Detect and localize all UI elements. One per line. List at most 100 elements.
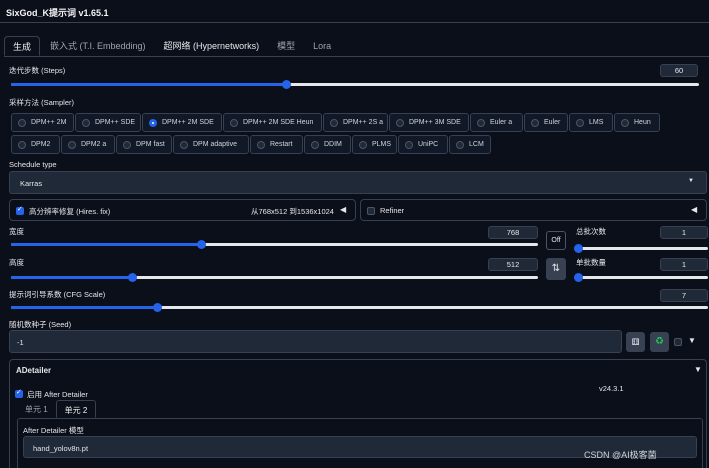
hires-fix-label: 高分辨率修复 (Hires. fix)	[29, 207, 111, 216]
sampler-option[interactable]: DPM++ 2M SDE Heun	[223, 113, 322, 132]
refiner-label: Refiner	[380, 206, 405, 215]
schedule-dropdown[interactable]: Karras ▼	[9, 171, 707, 194]
radio-icon	[396, 119, 404, 127]
tabs-divider	[4, 56, 709, 57]
collapse-down-icon[interactable]: ▼	[694, 365, 702, 374]
batch-count-slider[interactable]	[574, 244, 708, 253]
header-divider	[0, 22, 709, 23]
tab-unit-1[interactable]: 单元 1	[17, 400, 56, 418]
batch-size-input[interactable]: 1	[660, 258, 708, 271]
cfg-slider-fill	[11, 306, 158, 309]
sampler-option[interactable]: DPM++ 3M SDE	[389, 113, 469, 132]
radio-icon	[180, 141, 188, 149]
collapse-left-icon: ◀	[340, 205, 347, 214]
radio-icon	[330, 119, 338, 127]
main-tabs: 生成 嵌入式 (T.I. Embedding) 超网络 (Hypernetwor…	[4, 36, 339, 56]
tab-generate[interactable]: 生成	[4, 36, 41, 56]
refiner-checkbox[interactable]	[367, 207, 375, 215]
dice-icon: ⚅	[631, 337, 640, 347]
cfg-slider-thumb[interactable]	[153, 303, 163, 312]
sampler-option[interactable]: DDIM	[304, 135, 351, 154]
adetailer-title: ADetailer	[16, 366, 52, 375]
hires-fix-checkbox[interactable]	[16, 205, 24, 215]
radio-icon	[123, 141, 131, 149]
radio-icon	[18, 141, 26, 149]
height-label: 高度	[9, 258, 24, 267]
app-title: SixGod_K提示词 v1.65.1	[6, 8, 109, 18]
radio-icon	[477, 119, 485, 127]
sampler-option[interactable]: Heun	[614, 113, 660, 132]
batch-count-input[interactable]: 1	[660, 226, 708, 239]
reuse-seed-button[interactable]: ♻	[650, 332, 669, 352]
sampler-option[interactable]: DPM2 a	[61, 135, 115, 154]
schedule-value: Karras	[20, 179, 43, 188]
batch-size-slider-thumb[interactable]	[574, 273, 583, 282]
off-button[interactable]: Off	[546, 231, 566, 250]
sampler-option[interactable]: DPM++ 2S a	[323, 113, 388, 132]
sampler-option[interactable]: DPM++ 2M	[11, 113, 74, 132]
cfg-input[interactable]: 7	[660, 289, 708, 302]
adetailer-enable-checkbox[interactable]	[15, 388, 23, 398]
adetailer-model-label: After Detailer 模型	[23, 426, 84, 435]
seed-input[interactable]: -1	[9, 330, 622, 353]
chevron-down-icon: ▼	[688, 178, 694, 184]
height-slider-thumb[interactable]	[128, 273, 138, 282]
cfg-slider[interactable]	[11, 303, 708, 312]
width-input[interactable]: 768	[488, 226, 538, 239]
adetailer-model-value: hand_yolov8n.pt	[33, 444, 89, 453]
width-slider-thumb[interactable]	[196, 240, 206, 249]
expand-down-icon[interactable]: ▼	[688, 336, 696, 345]
steps-input[interactable]: 60	[660, 64, 698, 77]
sampler-option[interactable]: Euler	[524, 113, 568, 132]
sampler-option[interactable]: LMS	[569, 113, 613, 132]
height-input[interactable]: 512	[488, 258, 538, 271]
tab-models[interactable]: 模型	[269, 36, 303, 56]
tab-lora[interactable]: Lora	[305, 36, 339, 56]
seed-value: -1	[17, 338, 24, 347]
sampler-option[interactable]: Restart	[250, 135, 303, 154]
schedule-label: Schedule type	[9, 160, 57, 169]
batch-count-slider-thumb[interactable]	[574, 244, 583, 253]
tab-unit-2[interactable]: 单元 2	[55, 400, 97, 418]
tab-embedding[interactable]: 嵌入式 (T.I. Embedding)	[42, 36, 154, 56]
random-seed-button[interactable]: ⚅	[626, 332, 645, 352]
sampler-option[interactable]: Euler a	[470, 113, 523, 132]
batch-size-slider[interactable]	[574, 273, 708, 282]
steps-slider-thumb[interactable]	[282, 80, 292, 89]
extra-seed-checkbox[interactable]	[674, 338, 682, 346]
radio-icon	[621, 119, 629, 127]
refiner-accordion[interactable]: Refiner ◀	[360, 199, 707, 221]
tab-hypernetworks[interactable]: 超网络 (Hypernetworks)	[156, 36, 268, 56]
width-slider-fill	[11, 243, 201, 246]
hires-fix-accordion[interactable]: 高分辨率修复 (Hires. fix) 从768x512 到1536x1024 …	[9, 199, 356, 221]
sampler-option[interactable]: DPM fast	[116, 135, 172, 154]
width-slider[interactable]	[11, 240, 538, 249]
height-slider[interactable]	[11, 273, 538, 282]
steps-label: 迭代步数 (Steps)	[9, 66, 66, 75]
radio-icon	[257, 141, 265, 149]
adetailer-version: v24.3.1	[599, 384, 624, 393]
radio-icon	[230, 119, 238, 127]
batch-size-label: 单批数量	[576, 258, 606, 267]
watermark-text: CSDN @AI极客菌	[584, 450, 657, 460]
collapse-left-icon: ◀	[691, 205, 698, 214]
radio-icon	[576, 119, 584, 127]
seed-label: 随机数种子 (Seed)	[9, 320, 72, 329]
radio-icon	[18, 119, 26, 127]
sampler-option[interactable]: DPM adaptive	[173, 135, 249, 154]
sampler-option[interactable]: DPM2	[11, 135, 60, 154]
sampler-option[interactable]: LCM	[449, 135, 491, 154]
radio-icon	[82, 119, 90, 127]
recycle-icon: ♻	[655, 336, 664, 347]
sampler-option[interactable]: PLMS	[352, 135, 397, 154]
radio-icon	[68, 141, 76, 149]
radio-icon	[311, 141, 319, 149]
sampler-option-selected[interactable]: DPM++ 2M SDE	[142, 113, 222, 132]
steps-slider[interactable]	[11, 80, 699, 89]
sampler-option[interactable]: UniPC	[398, 135, 448, 154]
sampler-option[interactable]: DPM++ SDE	[75, 113, 141, 132]
cfg-label: 提示词引导系数 (CFG Scale)	[9, 290, 106, 299]
swap-dimensions-button[interactable]: ⇅	[546, 258, 566, 280]
radio-icon	[456, 141, 464, 149]
adetailer-enable-label: 启用 After Detailer	[27, 390, 88, 399]
